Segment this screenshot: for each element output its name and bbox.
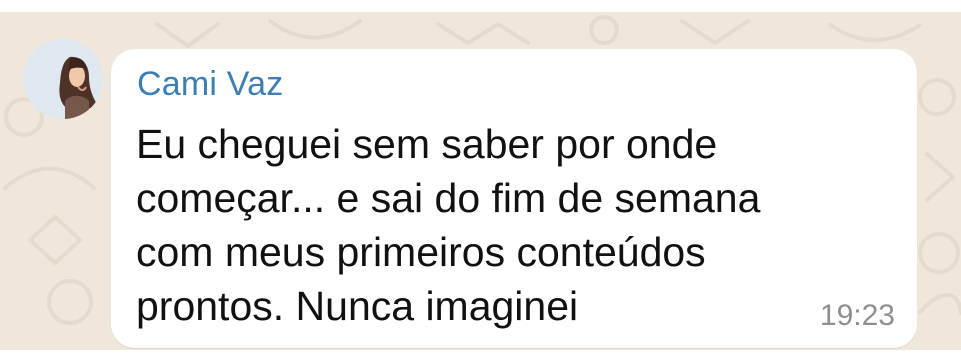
sender-avatar[interactable] (23, 39, 103, 119)
message-line-2: começar... e sai do fim de semana (136, 175, 761, 221)
message-line-1: Eu cheguei sem saber por onde (136, 121, 718, 167)
message-text: Eu cheguei sem saber por onde começar...… (136, 117, 826, 333)
sender-name[interactable]: Cami Vaz (137, 65, 283, 104)
message-timestamp: 19:23 (819, 299, 895, 332)
profile-photo-icon (23, 39, 103, 119)
message-line-4: prontos. Nunca imaginei (136, 283, 579, 329)
chat-background: Cami Vaz Eu cheguei sem saber por onde c… (0, 0, 961, 364)
message-line-3: com meus primeiros conteúdos (136, 229, 706, 275)
message-bubble[interactable]: Cami Vaz Eu cheguei sem saber por onde c… (111, 49, 917, 348)
